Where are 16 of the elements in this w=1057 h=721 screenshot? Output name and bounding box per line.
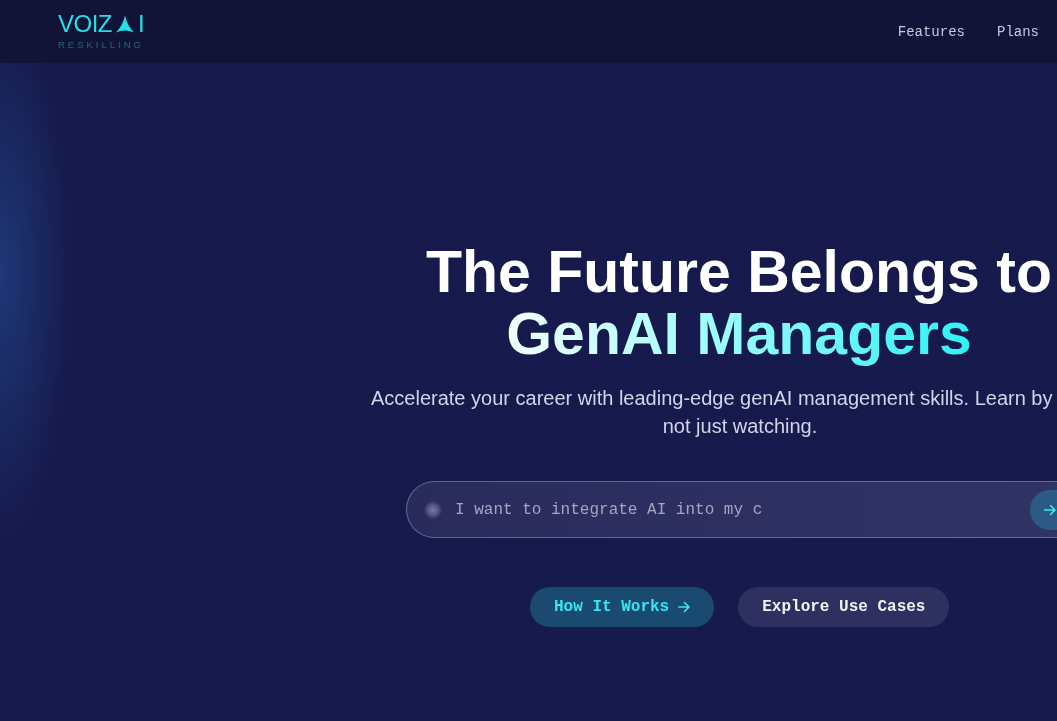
arrow-right-icon <box>678 601 691 613</box>
arrow-right-icon <box>1044 503 1056 516</box>
send-button[interactable] <box>1030 489 1057 530</box>
hero-subtitle: Accelerate your career with leading-edge genAI management skills. Learn by not just watching. <box>371 386 1054 439</box>
logo-text: I <box>138 13 145 35</box>
logo-text: VOIZ <box>58 13 112 35</box>
nav-link[interactable]: Features <box>897 22 965 41</box>
nav-link[interactable]: Plans <box>997 22 1039 41</box>
action-button[interactable]: Explore Use Cases <box>738 587 950 627</box>
prompt-input[interactable]: I want to integrate AI into my c <box>455 499 1022 520</box>
logo-tagline: RESKILLING <box>58 40 145 50</box>
blur-dot-icon <box>424 500 442 519</box>
triangle-icon <box>116 15 134 33</box>
action-button[interactable]: How It Works <box>530 587 715 627</box>
hero-heading: The Future Belongs to GenAI Managers <box>424 241 1053 365</box>
prompt-field[interactable]: I want to integrate AI into my c <box>406 481 1057 538</box>
